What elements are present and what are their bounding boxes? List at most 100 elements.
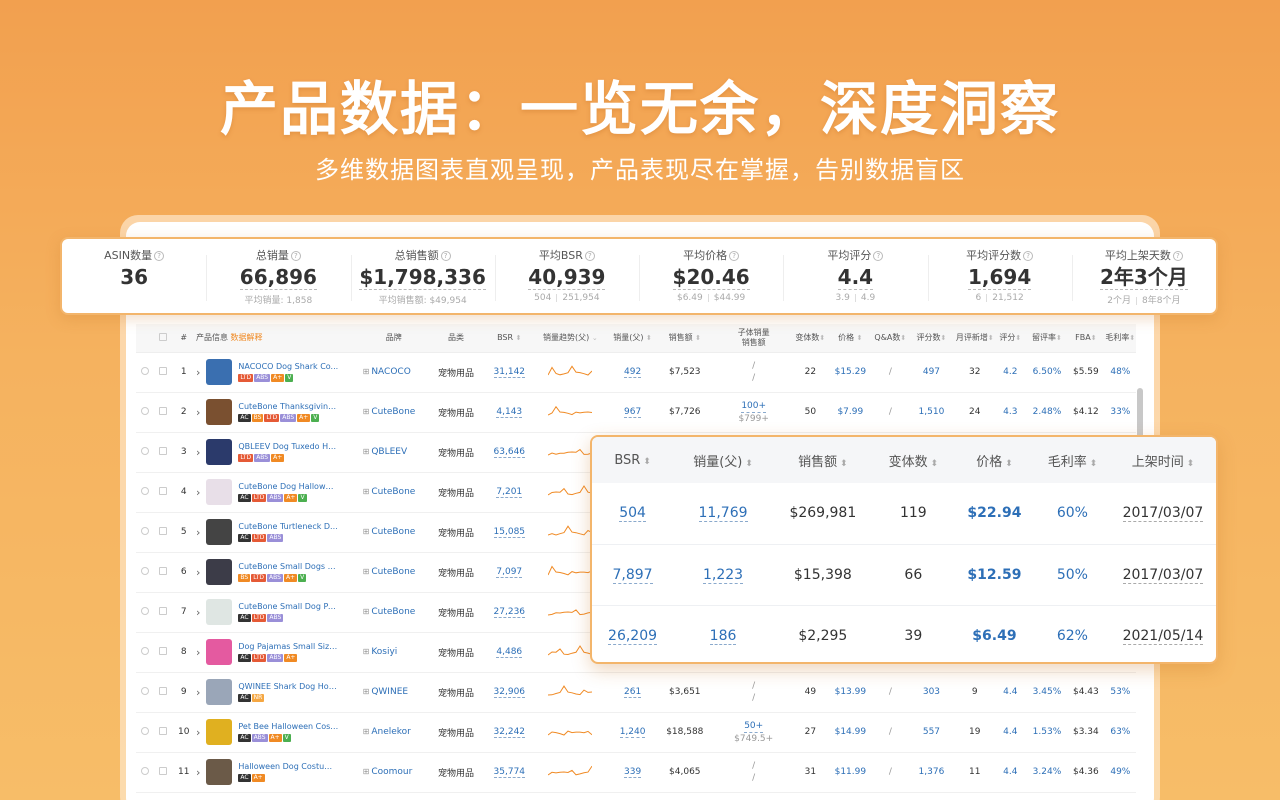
zoom-bsr-link[interactable]: 26,209	[608, 627, 658, 645]
bsr-link[interactable]: 15,085	[493, 527, 526, 538]
col-bsr[interactable]: BSR ⬍	[487, 324, 532, 353]
row-checkbox[interactable]	[158, 606, 167, 615]
row-checkbox[interactable]	[158, 406, 167, 415]
product-title-link[interactable]: CuteBone Dog Hallowee...	[238, 482, 338, 491]
bsr-link[interactable]: 35,774	[493, 767, 526, 778]
product-title-link[interactable]: QWINEE Shark Dog Hoo...	[238, 682, 338, 691]
product-info[interactable]: › Halloween Dog Costum... AC A+	[196, 759, 363, 785]
sales-trend-sparkline[interactable]	[547, 564, 593, 578]
data-explain-link[interactable]: 数据解释	[231, 333, 263, 342]
brand-link[interactable]: CuteBone	[371, 527, 415, 537]
zoom-sales-link[interactable]: 186	[709, 627, 737, 645]
product-title-link[interactable]: Halloween Dog Costum...	[238, 762, 338, 771]
expand-chevron-icon[interactable]: ›	[196, 526, 200, 539]
table-row[interactable]: 9 › QWINEE Shark Dog Hoo... AC NR ⊞ QWINEE 宠物用品…	[136, 672, 1136, 713]
sales-trend-sparkline[interactable]	[548, 644, 593, 658]
row-checkbox[interactable]	[158, 446, 167, 455]
brand-link[interactable]: Coomour	[371, 767, 412, 777]
sales-link[interactable]: 339	[624, 767, 642, 778]
zoom-row[interactable]: 26,209 186 $2,295 39 $6.49 62% 2021/05/14	[592, 605, 1216, 662]
expand-chevron-icon[interactable]: ›	[196, 486, 200, 499]
product-info[interactable]: › QBLEEV Dog Tuxedo Ha... LTD ABS A+	[196, 439, 363, 465]
sales-trend-sparkline[interactable]	[548, 404, 593, 418]
help-icon[interactable]: ?	[154, 251, 165, 261]
zoom-sales-link[interactable]: 11,769	[698, 505, 748, 523]
product-info[interactable]: › CuteBone Thanksgiving... AC BS LTD ABS A+ V	[196, 399, 363, 425]
table-row[interactable]: 10 › Pet Bee Halloween Cost... AC ABS A+ V ⊞ Ane…	[136, 712, 1136, 753]
product-info[interactable]: › CuteBone Small Dog Paj... AC LTD ABS	[196, 599, 363, 625]
row-checkbox[interactable]	[158, 486, 167, 495]
help-icon[interactable]: ?	[1172, 251, 1183, 261]
col-sales[interactable]: 销量(父) ⬍	[609, 324, 656, 353]
chevron-down-icon[interactable]: ⌄	[592, 334, 598, 342]
row-checkbox[interactable]	[158, 726, 167, 735]
pin-icon[interactable]	[140, 606, 149, 615]
zoom-sales-link[interactable]: 1,223	[702, 566, 744, 584]
expand-chevron-icon[interactable]: ›	[196, 726, 200, 739]
product-info[interactable]: › Pet Bee Halloween Cost... AC ABS A+ V	[196, 719, 363, 745]
product-thumbnail[interactable]	[206, 439, 233, 465]
zoom-col-header[interactable]: 上架时间 ⬍	[1109, 437, 1216, 483]
bsr-link[interactable]: 63,646	[493, 447, 526, 458]
pin-icon[interactable]	[140, 486, 149, 495]
product-thumbnail[interactable]	[206, 639, 233, 665]
product-title-link[interactable]: CuteBone Turtleneck D...	[238, 522, 338, 531]
sort-icon[interactable]: ⬍	[819, 334, 825, 342]
table-row[interactable]: 11 › Halloween Dog Costum... AC A+ ⊞ Coomour 宠物…	[136, 752, 1136, 793]
sales-trend-sparkline[interactable]	[548, 724, 593, 738]
pin-icon[interactable]	[140, 566, 149, 575]
brand-link[interactable]: QBLEEV	[371, 447, 407, 457]
select-all-checkbox[interactable]	[158, 332, 167, 341]
sales-trend-sparkline[interactable]	[548, 684, 593, 698]
product-title-link[interactable]: CuteBone Thanksgiving...	[238, 402, 338, 411]
brand-link[interactable]: NACOCO	[371, 367, 410, 377]
col-ratings[interactable]: 评分数⬍	[907, 324, 956, 353]
product-thumbnail[interactable]	[206, 759, 233, 785]
help-icon[interactable]: ?	[584, 251, 595, 261]
bsr-link[interactable]: 4,143	[496, 407, 523, 418]
child-sales[interactable]: /	[752, 360, 755, 372]
row-checkbox[interactable]	[158, 526, 167, 535]
pin-icon[interactable]	[140, 526, 149, 535]
brand-link[interactable]: CuteBone	[371, 407, 415, 417]
pin-icon[interactable]	[140, 366, 149, 375]
product-thumbnail[interactable]	[206, 519, 233, 545]
sort-icon[interactable]: ⬍	[742, 459, 753, 469]
product-info[interactable]: › CuteBone Small Dogs O... BS LTD ABS A+ V	[196, 559, 363, 585]
bsr-link[interactable]: 31,142	[493, 367, 526, 378]
col-fba[interactable]: FBA⬍	[1066, 324, 1105, 353]
sort-icon[interactable]: ⬍	[900, 334, 906, 342]
row-checkbox[interactable]	[158, 646, 167, 655]
zoom-col-header[interactable]: 销量(父) ⬍	[673, 437, 773, 483]
zoom-col-header[interactable]: 销售额 ⬍	[772, 437, 873, 483]
col-monthly[interactable]: 月评新增⬍	[955, 324, 994, 353]
row-checkbox[interactable]	[158, 686, 167, 695]
expand-chevron-icon[interactable]: ›	[196, 766, 200, 779]
sort-icon[interactable]: ⬍	[1002, 459, 1013, 469]
sales-trend-sparkline[interactable]	[548, 524, 593, 538]
sort-icon[interactable]: ⬍	[640, 457, 651, 467]
sales-trend-sparkline[interactable]	[548, 764, 593, 778]
bsr-link[interactable]: 32,242	[493, 727, 526, 738]
zoom-row[interactable]: 504 11,769 $269,981 119 $22.94 60% 2017/03/07	[592, 483, 1216, 545]
bsr-link[interactable]: 32,906	[493, 687, 526, 698]
expand-chevron-icon[interactable]: ›	[196, 606, 200, 619]
product-thumbnail[interactable]	[206, 719, 233, 745]
table-row[interactable]: 1 › NACOCO Dog Shark Co... LTD ABS A+ V ⊞ NACOCO…	[136, 352, 1136, 393]
zoom-bsr-link[interactable]: 504	[619, 505, 646, 523]
bsr-link[interactable]: 27,236	[493, 607, 526, 618]
zoom-col-header[interactable]: 毛利率 ⬍	[1034, 437, 1110, 483]
sales-trend-sparkline[interactable]	[548, 484, 593, 498]
sort-icon[interactable]: ⬍	[1056, 334, 1062, 342]
sort-icon[interactable]: ⬍	[1129, 334, 1135, 342]
sales-link[interactable]: 261	[624, 687, 642, 698]
product-info[interactable]: › QWINEE Shark Dog Hoo... AC NR	[196, 679, 363, 705]
help-icon[interactable]: ?	[440, 251, 451, 261]
sort-icon[interactable]: ⬍	[1015, 334, 1021, 342]
product-info[interactable]: › Dog Pajamas Small Size... AC LTD ABS A+	[196, 639, 363, 665]
col-retention[interactable]: 留评率⬍	[1026, 324, 1067, 353]
product-info[interactable]: › CuteBone Turtleneck D... AC LTD ABS	[196, 519, 363, 545]
product-title-link[interactable]: NACOCO Dog Shark Co...	[238, 362, 338, 371]
col-price[interactable]: 价格 ⬍	[827, 324, 874, 353]
product-title-link[interactable]: CuteBone Small Dogs O...	[238, 562, 338, 571]
